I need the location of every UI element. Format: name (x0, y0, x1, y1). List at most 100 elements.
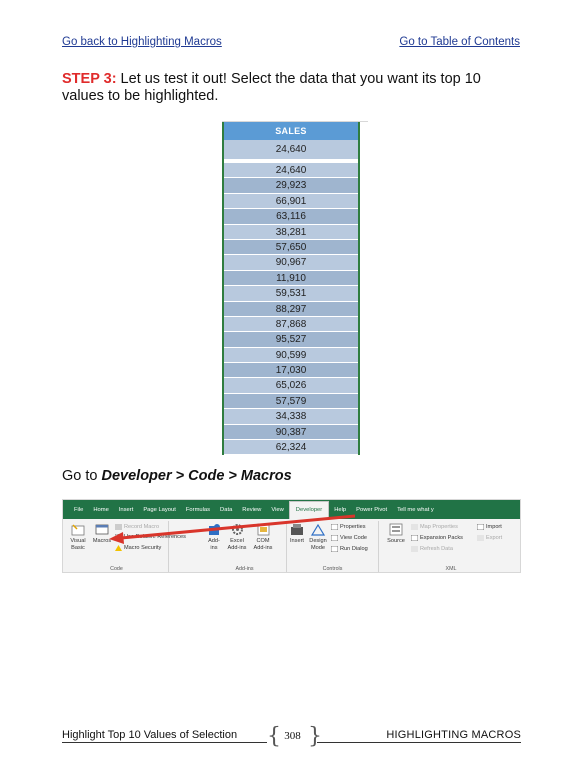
macro-security-label: Macro Security (124, 545, 162, 551)
code-group: Visual Basic Macros Record Macro Use Rel… (65, 521, 186, 572)
step-text: Let us test it out! Select the data that… (62, 71, 481, 104)
controls-group: Insert Design Mode Properties View Code … (287, 521, 379, 572)
table-of-contents-link[interactable]: Go to Table of Contents (399, 36, 520, 48)
sales-header-cell: SALES (224, 122, 358, 140)
data-cells: 24,640 29,923 66,901 63,116 38,281 57,650 90,9… (224, 163, 358, 455)
com-addins-label: COM Add-ins (253, 538, 273, 551)
ribbon-tab[interactable]: Review (237, 507, 266, 519)
ribbon-tab[interactable]: Formulas (181, 507, 215, 519)
ribbon-tab[interactable]: View (266, 507, 288, 519)
ribbon-tab[interactable]: Developer (288, 501, 330, 519)
expansion-packs-icon (411, 535, 418, 541)
relative-references-label: Use Relative References (124, 534, 186, 540)
map-properties-button[interactable]: Map Properties (411, 524, 458, 530)
instruction-prefix: Go to (62, 468, 102, 484)
addins-group-label: Add-ins (235, 566, 254, 572)
sales-cell: 87,868 (224, 316, 358, 333)
footer-chapter-title: HIGHLIGHTING MACROS (386, 729, 521, 741)
ribbon-tabs: File Home Insert Page Layout Formulas Data Rev… (63, 500, 520, 519)
controls-group-label: Controls (322, 566, 343, 572)
addins-label: Add- ins (208, 538, 220, 551)
sales-cell: 88,297 (224, 301, 358, 317)
ribbon-tab[interactable]: Tell me what y (392, 507, 439, 519)
import-button[interactable]: Import (477, 524, 502, 530)
sales-cell: 62,324 (224, 440, 358, 455)
relative-references-icon (115, 534, 122, 540)
visual-basic-label: Visual Basic (70, 538, 86, 551)
macros-label: Macros (92, 538, 112, 544)
design-mode-button[interactable]: Design Mode (307, 523, 329, 551)
macros-button[interactable]: Macros (91, 523, 113, 545)
sales-cell: 90,967 (224, 255, 358, 271)
macro-security-button[interactable]: Macro Security (115, 545, 161, 551)
map-properties-label: Map Properties (420, 524, 458, 530)
sales-cell: 63,116 (224, 209, 358, 225)
back-to-highlighting-macros-link[interactable]: Go back to Highlighting Macros (62, 36, 222, 48)
page-footer: Highlight Top 10 Values of Selection { 3… (62, 724, 521, 753)
xml-source-icon (389, 523, 403, 536)
record-macro-button[interactable]: Record Macro (115, 524, 159, 530)
sales-cell: 24,640 (224, 163, 358, 179)
properties-icon (331, 524, 338, 530)
run-dialog-label: Run Dialog (340, 546, 368, 552)
sales-cell: 29,923 (224, 178, 358, 194)
visual-basic-icon (71, 524, 85, 536)
export-icon (477, 535, 484, 541)
footer-rule-right (317, 742, 521, 743)
expansion-packs-label: Expansion Packs (420, 535, 463, 541)
footer-section-title: Highlight Top 10 Values of Selection (62, 729, 238, 741)
sales-cell: 11,910 (224, 270, 358, 287)
view-code-button[interactable]: View Code (331, 535, 367, 541)
record-macro-label: Record Macro (124, 524, 160, 530)
ribbon-tab[interactable]: Power Pivot (351, 507, 392, 519)
sales-cell: 90,387 (224, 424, 358, 441)
ribbon-tab[interactable]: Home (88, 507, 113, 519)
ribbon-tab[interactable]: File (69, 507, 88, 519)
ribbon-tab[interactable]: Data (215, 507, 237, 519)
relative-references-button[interactable]: Use Relative References (115, 534, 186, 540)
com-addins-icon (257, 523, 269, 536)
sales-cell: 57,579 (224, 393, 358, 410)
sales-column-screenshot: SALES 24,640 24,640 29,923 66,901 63,116 38,… (222, 117, 368, 455)
first-data-cell: 24,640 (224, 140, 358, 160)
instruction-path: Developer > Code > Macros (101, 468, 292, 484)
ribbon-tab[interactable]: Page Layout (138, 507, 181, 519)
warning-icon (115, 545, 122, 551)
step-3-paragraph: STEP 3: Let us test it out! Select the d… (62, 71, 522, 105)
selected-range: SALES 24,640 24,640 29,923 66,901 63,116 38,… (222, 122, 360, 455)
expansion-packs-button[interactable]: Expansion Packs (411, 535, 463, 541)
export-button[interactable]: Export (477, 535, 502, 541)
visual-basic-button[interactable]: Visual Basic (67, 523, 89, 551)
export-label: Export (486, 535, 503, 541)
ribbon-tab[interactable]: Help (329, 507, 351, 519)
design-mode-icon (311, 523, 325, 536)
refresh-data-icon (411, 546, 418, 552)
xml-source-button[interactable]: Source (385, 523, 407, 545)
addins-group: Add- ins Excel Add-ins COM Add-ins Add-i… (203, 521, 287, 572)
excel-addins-button[interactable]: Excel Add-ins (225, 523, 249, 551)
right-brace-ornament: } (308, 724, 322, 749)
gear-icon (231, 524, 243, 535)
run-dialog-button[interactable]: Run Dialog (331, 546, 368, 552)
record-macro-icon (115, 524, 122, 530)
properties-button[interactable]: Properties (331, 524, 366, 530)
excel-addins-label: Excel Add-ins (227, 538, 247, 551)
step-label: STEP 3: (62, 71, 117, 87)
ribbon-tab[interactable]: Insert (114, 507, 139, 519)
sales-cell: 34,338 (224, 409, 358, 425)
sales-cell: 38,281 (224, 224, 358, 240)
ribbon-groups: Visual Basic Macros Record Macro Use Rel… (63, 519, 520, 572)
xml-group-label: XML (445, 566, 457, 572)
refresh-data-button[interactable]: Refresh Data (411, 546, 453, 552)
sales-cell: 17,030 (224, 363, 358, 379)
sales-cell: 90,599 (224, 347, 358, 364)
macros-icon (95, 524, 109, 535)
xml-group: Source Map Properties Expansion Packs Re… (383, 521, 519, 572)
excel-developer-ribbon: File Home Insert Page Layout Formulas Data Rev… (62, 499, 521, 573)
com-addins-button[interactable]: COM Add-ins (251, 523, 275, 551)
addins-button[interactable]: Add- ins (204, 523, 224, 551)
insert-control-button[interactable]: Insert (287, 523, 307, 545)
design-mode-label: Design Mode (309, 538, 327, 551)
import-label: Import (486, 524, 502, 530)
footer-rule-left (62, 742, 267, 743)
